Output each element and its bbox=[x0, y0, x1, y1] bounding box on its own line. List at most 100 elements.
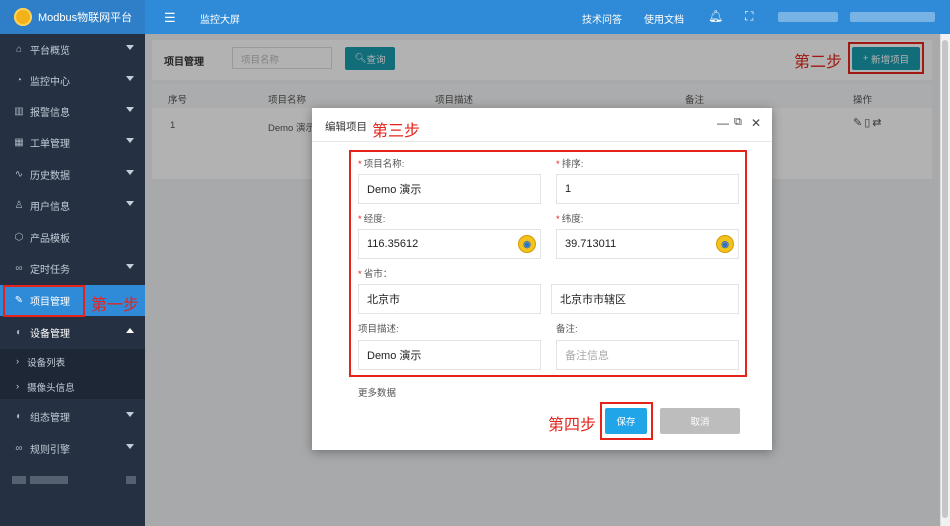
sidebar-item-label: 产品模板 bbox=[30, 234, 70, 245]
description-field[interactable]: Demo 演示 bbox=[358, 340, 541, 370]
cube-icon: ⬡ bbox=[14, 232, 24, 243]
cancel-button[interactable]: 取消 bbox=[660, 408, 740, 434]
longitude-label-text: 经度: bbox=[363, 214, 386, 225]
alarm-icon: ▥ bbox=[14, 106, 24, 117]
device-icon: ◐ bbox=[15, 327, 23, 338]
project-name-label: * 项目名称: bbox=[358, 156, 404, 170]
user-icon: ♙ bbox=[14, 200, 24, 211]
close-icon[interactable]: ✕ bbox=[751, 116, 761, 130]
logo-icon bbox=[14, 8, 32, 26]
pulse-icon: ∿ bbox=[14, 169, 24, 180]
sidebar-item-label: 用户信息 bbox=[30, 202, 70, 213]
sidebar-item-label: 定时任务 bbox=[30, 265, 70, 276]
docs-link[interactable]: 使用文档 bbox=[644, 11, 684, 26]
user-info-blurred[interactable] bbox=[778, 12, 838, 22]
chevron-down-icon bbox=[126, 412, 134, 417]
required-mark: * bbox=[358, 214, 362, 225]
sidebar-item-label: 组态管理 bbox=[30, 413, 70, 424]
tech-qa-link[interactable]: 技术问答 bbox=[582, 11, 622, 26]
sidebar-item-devices[interactable]: ◐ 设备管理 bbox=[0, 317, 145, 348]
sidebar-item-overview[interactable]: ⌂ 平台概览 bbox=[0, 34, 145, 65]
infinity-icon: ∞ bbox=[15, 443, 23, 454]
app-title: Modbus物联网平台 bbox=[38, 12, 133, 24]
province-select[interactable]: 北京市 bbox=[358, 284, 541, 314]
sidebar-blurred-icon bbox=[12, 476, 26, 484]
chevron-down-icon bbox=[126, 444, 134, 449]
sort-field[interactable]: 1 bbox=[556, 174, 739, 204]
chevron-down-icon bbox=[126, 107, 134, 112]
dialog-header-divider bbox=[312, 141, 772, 142]
chevron-down-icon bbox=[126, 138, 134, 143]
sidebar-subitem-cameras[interactable]: › 摄像头信息 bbox=[0, 374, 145, 399]
sidebar-item-schedule[interactable]: ∞ 定时任务 bbox=[0, 253, 145, 284]
province-label: * 省市： bbox=[358, 266, 392, 280]
chevron-right-icon: › bbox=[16, 381, 20, 392]
province-label-text: 省市： bbox=[363, 269, 393, 280]
sort-label: * 排序: bbox=[556, 156, 583, 170]
sidebar-item-label: 报警信息 bbox=[30, 108, 70, 119]
project-name-label-text: 项目名称: bbox=[363, 159, 405, 170]
latitude-label-text: 纬度: bbox=[561, 214, 584, 225]
infinity-icon: ∞ bbox=[15, 263, 23, 274]
chevron-down-icon bbox=[126, 76, 134, 81]
bell-icon[interactable]: 🔔︎ bbox=[708, 9, 723, 23]
maximize-icon[interactable]: ⧉ bbox=[734, 116, 742, 129]
monitor-screen-link[interactable]: 监控大屏 bbox=[200, 11, 240, 26]
sidebar-item-alarm[interactable]: ▥ 报警信息 bbox=[0, 96, 145, 127]
latitude-label: * 纬度: bbox=[556, 211, 583, 225]
sidebar-item-rules[interactable]: ∞ 规则引擎 bbox=[0, 433, 145, 464]
sort-label-text: 排序: bbox=[561, 159, 584, 170]
required-mark: * bbox=[556, 214, 560, 225]
latitude-field[interactable]: 39.713011 bbox=[556, 229, 739, 259]
step1-highlight bbox=[3, 285, 85, 317]
sidebar-item-label: 规则引擎 bbox=[30, 445, 70, 456]
description-label: 项目描述: bbox=[358, 324, 399, 335]
menu-toggle-icon[interactable]: ☰ bbox=[164, 10, 176, 26]
sidebar-item-users[interactable]: ♙ 用户信息 bbox=[0, 190, 145, 221]
sidebar-item-monitor[interactable]: ◔ 监控中心 bbox=[0, 65, 145, 96]
sidebar-subitem-label: 摄像头信息 bbox=[27, 382, 75, 394]
map-picker-icon[interactable]: ◉ bbox=[716, 235, 734, 253]
chevron-right-icon: › bbox=[16, 356, 20, 367]
sidebar-subitem-device-list[interactable]: › 设备列表 bbox=[0, 349, 145, 374]
city-select[interactable]: 北京市市辖区 bbox=[551, 284, 739, 314]
sidebar-subitem-label: 设备列表 bbox=[27, 357, 66, 369]
required-mark: * bbox=[556, 159, 560, 170]
sidebar-blurred-arrow bbox=[126, 476, 136, 484]
step1-label: 第一步 bbox=[91, 297, 140, 314]
sidebar-item-label: 设备管理 bbox=[30, 329, 70, 340]
more-data-link[interactable]: 更多数据 bbox=[358, 385, 396, 399]
calendar-icon: ▦ bbox=[14, 137, 24, 148]
chevron-down-icon bbox=[126, 45, 134, 50]
device-icon: ◐ bbox=[15, 411, 23, 422]
sidebar-item-config[interactable]: ◐ 组态管理 bbox=[0, 401, 145, 432]
app-logo[interactable]: Modbus物联网平台 bbox=[0, 0, 145, 34]
required-mark: * bbox=[358, 269, 362, 280]
scrollbar-thumb[interactable] bbox=[942, 40, 948, 518]
sidebar-item-history[interactable]: ∿ 历史数据 bbox=[0, 159, 145, 190]
chevron-up-icon bbox=[126, 328, 134, 333]
chevron-down-icon bbox=[126, 264, 134, 269]
dialog-title: 编辑项目 bbox=[325, 121, 367, 133]
account-blurred[interactable] bbox=[850, 12, 935, 22]
step4-label: 第四步 bbox=[548, 417, 597, 434]
sidebar-item-templates[interactable]: ⬡ 产品模板 bbox=[0, 222, 145, 253]
save-button[interactable]: 保存 bbox=[605, 408, 647, 434]
sidebar-item-label: 监控中心 bbox=[30, 77, 70, 88]
minimize-icon[interactable]: — bbox=[717, 116, 729, 130]
sidebar-item-label: 历史数据 bbox=[30, 171, 70, 182]
sidebar-item-label: 平台概览 bbox=[30, 46, 70, 57]
dashboard-icon: ◔ bbox=[15, 75, 23, 86]
project-name-field[interactable]: Demo 演示 bbox=[358, 174, 541, 204]
remark-field[interactable]: 备注信息 bbox=[556, 340, 739, 370]
remark-label: 备注: bbox=[556, 324, 578, 335]
sidebar-item-workorder[interactable]: ▦ 工单管理 bbox=[0, 127, 145, 158]
step3-label: 第三步 bbox=[372, 123, 421, 140]
sidebar-item-label: 工单管理 bbox=[30, 139, 70, 150]
chevron-down-icon bbox=[126, 201, 134, 206]
fullscreen-icon[interactable]: ⛶ bbox=[745, 9, 753, 24]
sidebar-blurred-label[interactable] bbox=[30, 476, 68, 484]
map-picker-icon[interactable]: ◉ bbox=[518, 235, 536, 253]
longitude-field[interactable]: 116.35612 bbox=[358, 229, 541, 259]
chevron-down-icon bbox=[126, 170, 134, 175]
